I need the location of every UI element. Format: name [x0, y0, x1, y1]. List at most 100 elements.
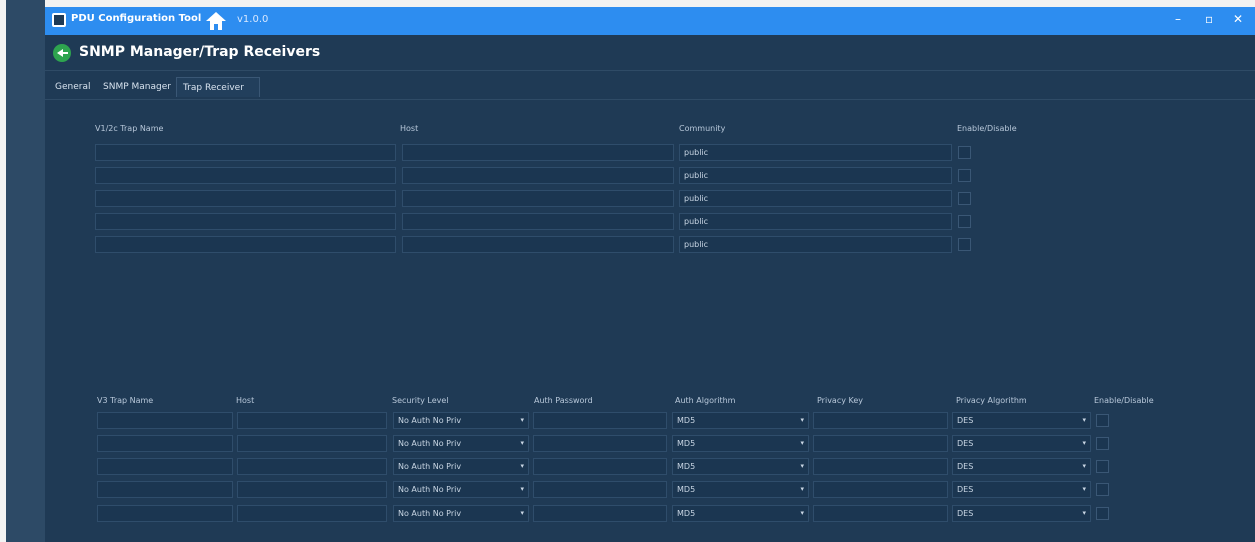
v3-enable-checkbox[interactable]	[1096, 460, 1109, 473]
v3-enable-checkbox[interactable]	[1096, 507, 1109, 520]
privacy-algorithm-select[interactable]: DES ▾	[952, 412, 1091, 429]
v3-auth-password-header: Auth Password	[534, 396, 593, 405]
v3-privacy-algorithm-header: Privacy Algorithm	[956, 396, 1027, 405]
chevron-down-icon: ▾	[800, 485, 804, 493]
privacy-algorithm-value: DES	[957, 509, 974, 518]
chevron-down-icon: ▾	[520, 509, 524, 517]
v3-enable-header: Enable/Disable	[1094, 396, 1154, 405]
v3-trap-name-input[interactable]	[97, 435, 233, 452]
app-logo-icon	[52, 13, 66, 27]
auth-algorithm-value: MD5	[677, 509, 696, 518]
privacy-key-input[interactable]	[813, 481, 948, 498]
chevron-down-icon: ▾	[800, 509, 804, 517]
chevron-down-icon: ▾	[520, 485, 524, 493]
auth-algorithm-select[interactable]: MD5 ▾	[672, 412, 809, 429]
security-level-value: No Auth No Priv	[398, 485, 462, 494]
privacy-algorithm-select[interactable]: DES ▾	[952, 435, 1091, 452]
v2-host-input[interactable]	[402, 144, 674, 161]
v2-community-input[interactable]: public	[679, 167, 952, 184]
security-level-select[interactable]: No Auth No Priv ▾	[393, 435, 529, 452]
close-button[interactable]: ✕	[1233, 12, 1243, 26]
v3-enable-checkbox[interactable]	[1096, 414, 1109, 427]
privacy-key-input[interactable]	[813, 412, 948, 429]
v3-enable-checkbox[interactable]	[1096, 437, 1109, 450]
tab-snmp-manager[interactable]: SNMP Manager	[97, 77, 177, 97]
v3-trap-name-input[interactable]	[97, 481, 233, 498]
v3-auth-algorithm-header: Auth Algorithm	[675, 396, 736, 405]
auth-algorithm-value: MD5	[677, 462, 696, 471]
v3-trap-name-input[interactable]	[97, 412, 233, 429]
security-level-value: No Auth No Priv	[398, 416, 462, 425]
v2-community-input[interactable]: public	[679, 236, 952, 253]
v2-host-input[interactable]	[402, 213, 674, 230]
auth-algorithm-value: MD5	[677, 416, 696, 425]
v2-community-input[interactable]: public	[679, 190, 952, 207]
auth-algorithm-select[interactable]: MD5 ▾	[672, 505, 809, 522]
home-icon[interactable]	[205, 10, 227, 32]
auth-algorithm-select[interactable]: MD5 ▾	[672, 481, 809, 498]
security-level-select[interactable]: No Auth No Priv ▾	[393, 412, 529, 429]
v2-enable-checkbox[interactable]	[958, 169, 971, 182]
chevron-down-icon: ▾	[520, 462, 524, 470]
v2-name-header: V1/2c Trap Name	[95, 124, 164, 133]
chevron-down-icon: ▾	[1082, 439, 1086, 447]
page-header: SNMP Manager/Trap Receivers	[45, 35, 1255, 71]
tab-trap-receiver[interactable]: Trap Receiver	[176, 77, 260, 97]
chevron-down-icon: ▾	[1082, 509, 1086, 517]
security-level-select[interactable]: No Auth No Priv ▾	[393, 505, 529, 522]
v2-host-header: Host	[400, 124, 419, 133]
v3-trap-name-input[interactable]	[97, 505, 233, 522]
page-title: SNMP Manager/Trap Receivers	[79, 44, 321, 60]
v2-host-input[interactable]	[402, 190, 674, 207]
v2-enable-header: Enable/Disable	[957, 124, 1017, 133]
privacy-key-input[interactable]	[813, 458, 948, 475]
v2-host-input[interactable]	[402, 236, 674, 253]
v3-host-input[interactable]	[237, 458, 387, 475]
privacy-algorithm-select[interactable]: DES ▾	[952, 505, 1091, 522]
privacy-key-input[interactable]	[813, 435, 948, 452]
auth-password-input[interactable]	[533, 412, 667, 429]
security-level-select[interactable]: No Auth No Priv ▾	[393, 458, 529, 475]
v2-trap-name-input[interactable]	[95, 190, 396, 207]
security-level-value: No Auth No Priv	[398, 509, 462, 518]
auth-password-input[interactable]	[533, 505, 667, 522]
security-level-value: No Auth No Priv	[398, 462, 462, 471]
auth-password-input[interactable]	[533, 481, 667, 498]
v2-enable-checkbox[interactable]	[958, 146, 971, 159]
auth-algorithm-select[interactable]: MD5 ▾	[672, 435, 809, 452]
privacy-algorithm-value: DES	[957, 416, 974, 425]
privacy-algorithm-select[interactable]: DES ▾	[952, 458, 1091, 475]
maximize-button[interactable]: ▫	[1205, 12, 1213, 26]
minimize-button[interactable]: –	[1175, 12, 1181, 26]
v2-enable-checkbox[interactable]	[958, 192, 971, 205]
v2-community-input[interactable]: public	[679, 144, 952, 161]
v3-privacy-key-header: Privacy Key	[817, 396, 864, 405]
v2-trap-name-input[interactable]	[95, 213, 396, 230]
v3-enable-checkbox[interactable]	[1096, 483, 1109, 496]
v2-enable-checkbox[interactable]	[958, 238, 971, 251]
v3-host-input[interactable]	[237, 435, 387, 452]
v2-host-input[interactable]	[402, 167, 674, 184]
v2-trap-name-input[interactable]	[95, 144, 396, 161]
tab-bar: General SNMP Manager Trap Receiver	[45, 73, 1255, 100]
title-bar: PDU Configuration Tool v1.0.0 – ▫ ✕	[45, 7, 1255, 35]
v3-host-input[interactable]	[237, 481, 387, 498]
privacy-algorithm-select[interactable]: DES ▾	[952, 481, 1091, 498]
chevron-down-icon: ▾	[800, 439, 804, 447]
auth-algorithm-select[interactable]: MD5 ▾	[672, 458, 809, 475]
auth-password-input[interactable]	[533, 435, 667, 452]
v3-host-input[interactable]	[237, 505, 387, 522]
v2-trap-name-input[interactable]	[95, 167, 396, 184]
privacy-key-input[interactable]	[813, 505, 948, 522]
app-window: PDU Configuration Tool v1.0.0 – ▫ ✕ SNMP…	[45, 7, 1255, 542]
security-level-select[interactable]: No Auth No Priv ▾	[393, 481, 529, 498]
v3-host-input[interactable]	[237, 412, 387, 429]
chevron-down-icon: ▾	[800, 416, 804, 424]
v2-community-input[interactable]: public	[679, 213, 952, 230]
auth-password-input[interactable]	[533, 458, 667, 475]
v2-enable-checkbox[interactable]	[958, 215, 971, 228]
back-arrow-icon[interactable]	[53, 44, 71, 62]
tab-general[interactable]: General	[49, 77, 96, 97]
v3-trap-name-input[interactable]	[97, 458, 233, 475]
v2-trap-name-input[interactable]	[95, 236, 396, 253]
